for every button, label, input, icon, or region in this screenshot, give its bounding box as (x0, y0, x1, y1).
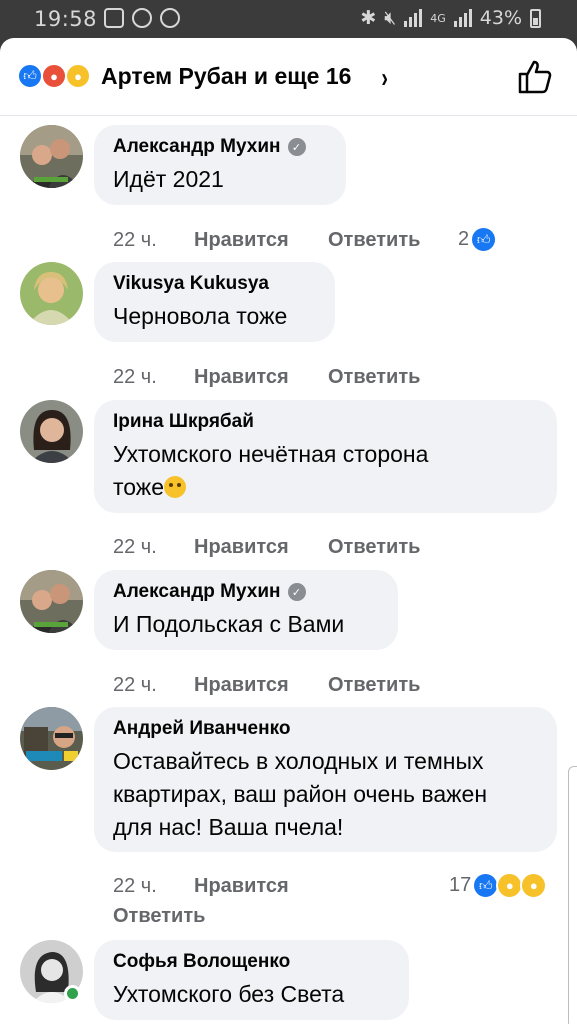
comment-text: И Подольская с Вами (113, 611, 345, 637)
eye-roll-emoji-icon (164, 476, 186, 498)
reaction-count[interactable]: 2 👍︎ (458, 226, 498, 253)
reply-link[interactable]: Ответить (113, 905, 205, 928)
like-icon: 👍︎ (470, 226, 498, 253)
status-bar: 19:58 ✱ 🔇︎ 4G 43% (0, 0, 577, 38)
avatar[interactable] (20, 400, 83, 463)
battery-percent: 43% (479, 7, 522, 29)
verified-badge-icon: ✓ (287, 138, 306, 156)
comment-time: 22 ч. (113, 674, 157, 696)
sad-icon: ● (65, 63, 91, 89)
comment-bubble[interactable]: Vikusya Kukusya Черновола тоже (94, 262, 335, 342)
comment-text: Ухтомского без Света (113, 981, 345, 1007)
avatar[interactable] (20, 707, 83, 770)
comment-bubble[interactable]: Александр Мухин ✓ Идёт 2021 (94, 125, 346, 205)
like-icon: 👍︎ (17, 63, 43, 89)
sad-icon: ● (496, 872, 524, 899)
gallery-icon (104, 8, 124, 28)
reply-link[interactable]: Ответить (328, 366, 420, 389)
online-status-icon (64, 985, 81, 1002)
comment-text-line: квартирах, ваш район очень важен (113, 781, 488, 807)
like-link[interactable]: Нравится (194, 674, 289, 697)
avatar[interactable] (20, 262, 83, 325)
comment-bubble[interactable]: Андрей Иванченко Оставайтесь в холодных … (94, 707, 557, 852)
signal-icon-2 (453, 9, 472, 27)
comment-author[interactable]: Андрей Иванченко (113, 718, 290, 740)
comments-sheet: 👍︎ ● ● Артем Рубан и еще 16 › Александр … (0, 38, 577, 1024)
comment-author[interactable]: Александр Мухин (113, 136, 281, 158)
like-link[interactable]: Нравится (194, 229, 289, 252)
signal-icon (404, 9, 423, 27)
comment-author[interactable]: Ірина Шкрябай (113, 411, 254, 433)
status-time: 19:58 (34, 7, 98, 31)
comment-bubble[interactable]: Александр Мухин ✓ И Подольская с Вами (94, 570, 398, 650)
reactions-header[interactable]: 👍︎ ● ● Артем Рубан и еще 16 › (0, 38, 577, 116)
mute-icon: 🔇︎ (384, 7, 397, 29)
chevron-right-icon[interactable]: › (381, 62, 388, 94)
battery-icon (530, 8, 541, 28)
reaction-count[interactable]: 17 👍︎ ● ● (449, 872, 548, 899)
laugh-icon: ● (520, 872, 548, 899)
reactions-summary[interactable]: Артем Рубан и еще 16 (101, 63, 351, 90)
verified-badge-icon: ✓ (287, 583, 306, 601)
reply-link[interactable]: Ответить (328, 229, 420, 252)
reply-link[interactable]: Ответить (328, 536, 420, 559)
avatar[interactable] (20, 125, 83, 188)
comment-text-line: тоже (113, 474, 164, 500)
whatsapp-icon (132, 8, 152, 28)
scroll-handle[interactable] (568, 766, 577, 1024)
comment-time: 22 ч. (113, 536, 157, 558)
angry-icon: ● (41, 63, 67, 89)
comment-time: 22 ч. (113, 366, 157, 388)
comment-author[interactable]: Vikusya Kukusya (113, 273, 269, 295)
comment-bubble[interactable]: Софья Волощенко Ухтомского без Света (94, 940, 409, 1020)
comment-author[interactable]: Софья Волощенко (113, 951, 290, 973)
comment-time: 22 ч. (113, 229, 157, 251)
like-link[interactable]: Нравится (194, 366, 289, 389)
network-type: 4G (430, 11, 446, 25)
like-link[interactable]: Нравится (194, 875, 289, 898)
comment-text: Черновола тоже (113, 303, 288, 329)
like-button-icon[interactable] (516, 58, 554, 96)
comment-text: Идёт 2021 (113, 166, 224, 192)
comment-text-line: Оставайтесь в холодных и темных (113, 748, 484, 774)
account-icon (160, 8, 180, 28)
comment-bubble[interactable]: Ірина Шкрябай Ухтомского нечётная сторон… (94, 400, 557, 513)
comment-text-line: Ухтомского нечётная сторона (113, 441, 429, 467)
like-icon: 👍︎ (472, 872, 500, 899)
comment-author[interactable]: Александр Мухин (113, 581, 281, 603)
like-link[interactable]: Нравится (194, 536, 289, 559)
comment-time: 22 ч. (113, 875, 157, 897)
reply-link[interactable]: Ответить (328, 674, 420, 697)
avatar[interactable] (20, 570, 83, 633)
bluetooth-icon: ✱ (360, 7, 377, 29)
comment-text-line: для нас! Ваша пчела! (113, 814, 344, 840)
